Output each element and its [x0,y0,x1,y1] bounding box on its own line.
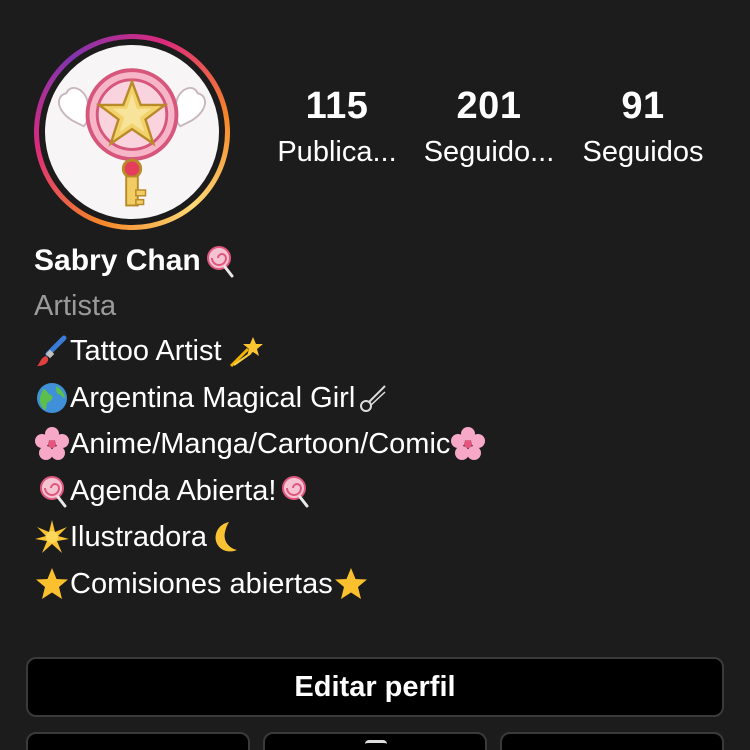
following-label: Seguidos [582,136,704,168]
following-stat[interactable]: 91 Seguidos [568,84,718,172]
posts-count: 115 [305,85,369,127]
edit-profile-label: Editar perfil [294,670,456,703]
star-icon [333,566,369,602]
followers-label: Seguido... [423,136,555,168]
bio-text: Argentina Magical Girl [70,381,356,414]
button-glyph [365,740,387,750]
cherry-blossom-icon [450,426,486,462]
profile-category: Artista [34,290,117,322]
secondary-button[interactable] [26,732,250,750]
shooting-star-icon [228,333,264,369]
profile-bio: Sabry Chan Artista Tattoo Artist Argenti… [34,238,724,607]
posts-stat[interactable]: 115 Publica... [262,84,412,172]
bio-text: Agenda Abierta! [70,474,277,507]
star-icon [34,566,70,602]
profile-name-row: Sabry Chan [34,238,724,284]
cherry-blossom-icon [34,426,70,462]
bio-text: Comisiones abiertas [70,567,333,600]
story-ring[interactable] [34,34,230,230]
paintbrush-icon [34,333,70,369]
globe-icon [34,380,70,416]
lollipop-icon [34,473,70,509]
bio-text: Tattoo Artist [70,335,222,367]
following-count: 91 [621,85,665,127]
edit-profile-button[interactable]: Editar perfil [26,657,724,717]
bio-line: Agenda Abierta! [34,468,724,515]
followers-stat[interactable]: 201 Seguido... [414,84,564,172]
profile-page: 115 Publica... 201 Seguido... 91 Seguido… [0,0,750,750]
secondary-button[interactable] [500,732,724,750]
crescent-moon-icon [207,519,243,555]
avatar[interactable] [45,45,219,219]
profile-name: Sabry Chan [34,244,201,277]
sealed-wand-avatar-icon [58,68,206,207]
lollipop-icon [201,243,237,279]
bio-line: Anime/Manga/Cartoon/Comic [34,421,724,468]
bio-line: Tattoo Artist [34,328,724,375]
bio-text: Ilustradora [70,521,208,553]
bio-line: Ilustradora [34,514,724,561]
posts-label: Publica... [277,136,397,168]
bio-line: Argentina Magical Girl [34,375,724,422]
bio-line: Comisiones abiertas [34,561,724,608]
sun-sparkle-icon [34,519,70,555]
lollipop-icon [276,473,312,509]
secondary-button[interactable] [263,732,487,750]
bio-text: Anime/Manga/Cartoon/Comic [70,428,451,460]
followers-count: 201 [456,85,522,127]
comet-icon [355,380,391,416]
